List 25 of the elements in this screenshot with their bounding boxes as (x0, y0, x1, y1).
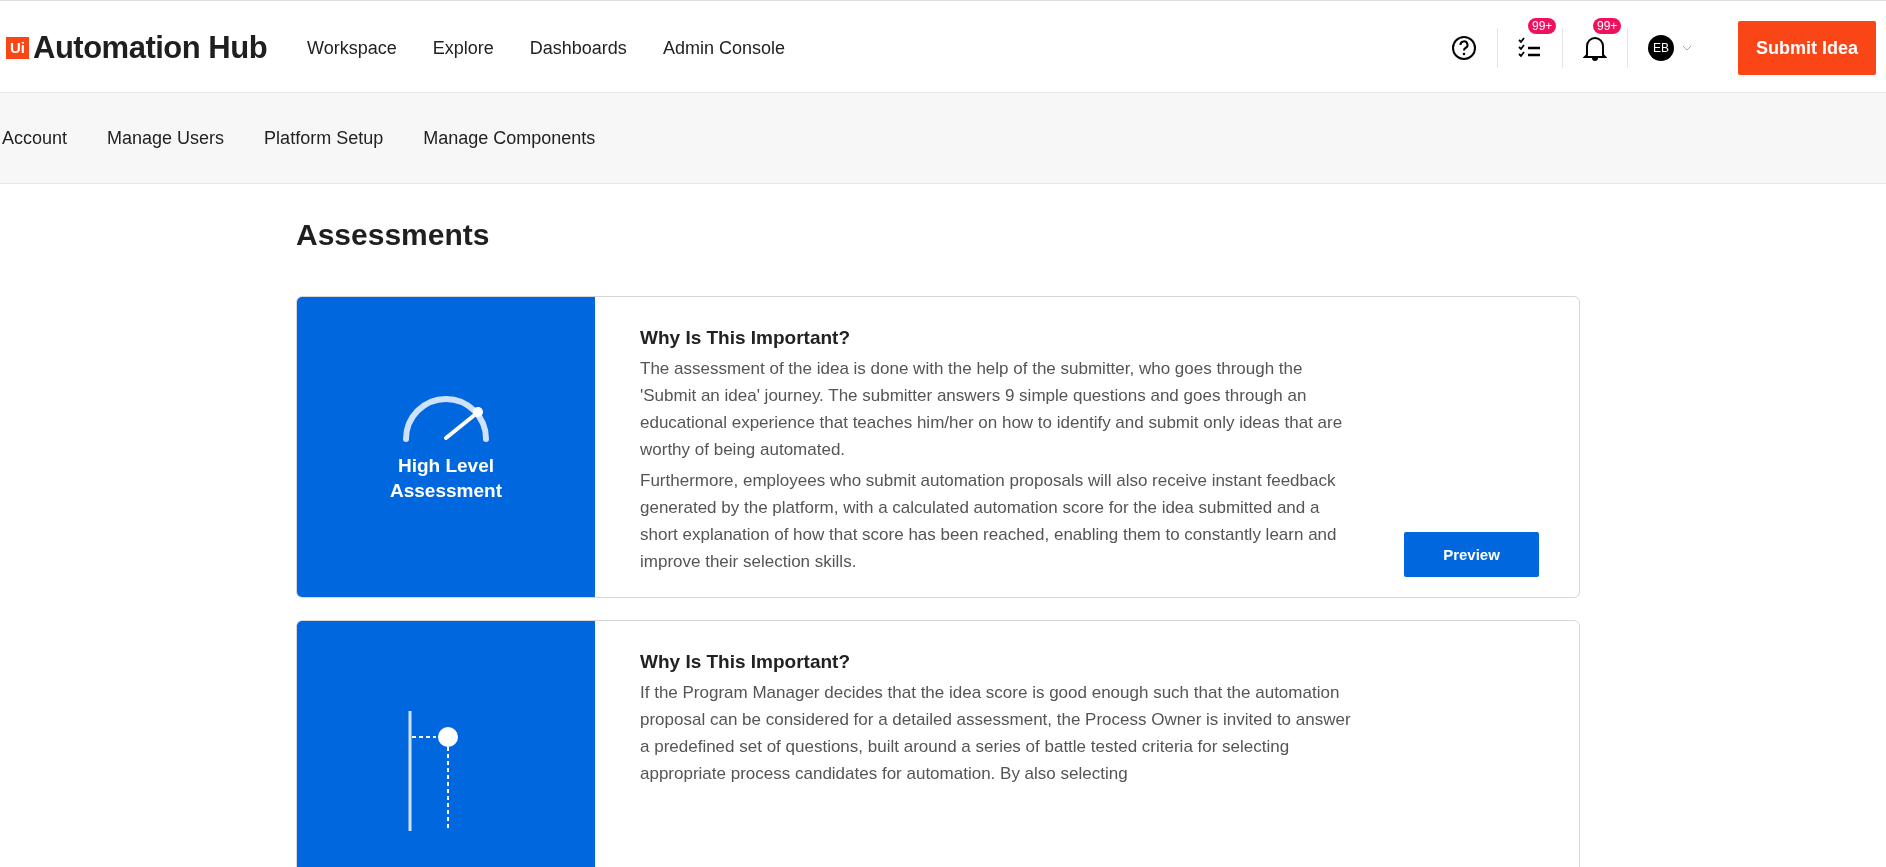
page-title: Assessments (296, 218, 491, 252)
card-heading: Why Is This Important? (640, 651, 852, 673)
nav-link[interactable]: Dashboards (529, 37, 627, 59)
user-avatar[interactable]: EB (1648, 35, 1674, 61)
card-heading: Why Is This Important? (640, 327, 852, 349)
logo-text: Automation Hub (33, 30, 268, 66)
panel-title: High Level Assessment (389, 454, 503, 503)
nav-link[interactable]: Admin Console (662, 37, 785, 59)
task-count-badge: 99+ (1528, 18, 1557, 34)
card-paragraph: If the Program Manager decides that the idea score is good enough such that the automation proposal can be considered for a detailed assessment, the Process Owner is invited to answer a predefined set of questions, built around a series of battle tested criteria for selecting appropriate process candidates for automation. By also selecting (640, 682, 1352, 785)
notification-count-badge: 99+ (1593, 18, 1622, 34)
subnav-link[interactable]: Manage Components (423, 127, 596, 149)
help-icon[interactable] (1451, 35, 1477, 61)
subnav-link[interactable]: Manage Users (107, 127, 225, 149)
card-paragraph: Furthermore, employees who submit automation proposals will also receive instant feedback generated by the platform, with a calculated automation score for the idea submitted and a short explanation of how that score has been reached, enabling them to constantly learn and improve their selection skills. (640, 470, 1338, 573)
submit-idea-button[interactable]: Submit Idea (1738, 21, 1876, 75)
preview-button[interactable]: Preview (1404, 532, 1539, 577)
card-paragraph: The assessment of the idea is done with the help of the submitter, who goes through the 'Submit an idea' journey. The submitter answers 9 simple questions and goes through an educational experience that teaches him/her on how to identify and submit only ideas that are worthy of being automated. (640, 358, 1344, 461)
logo-badge: Ui (6, 37, 29, 59)
nav-link[interactable]: Explore (432, 37, 494, 59)
subnav-link[interactable]: Account (2, 127, 68, 149)
checklist-icon[interactable] (1518, 36, 1542, 60)
nav-link[interactable]: Workspace (307, 37, 397, 59)
bell-icon[interactable] (1583, 35, 1607, 61)
subnav-link[interactable]: Platform Setup (264, 127, 384, 149)
